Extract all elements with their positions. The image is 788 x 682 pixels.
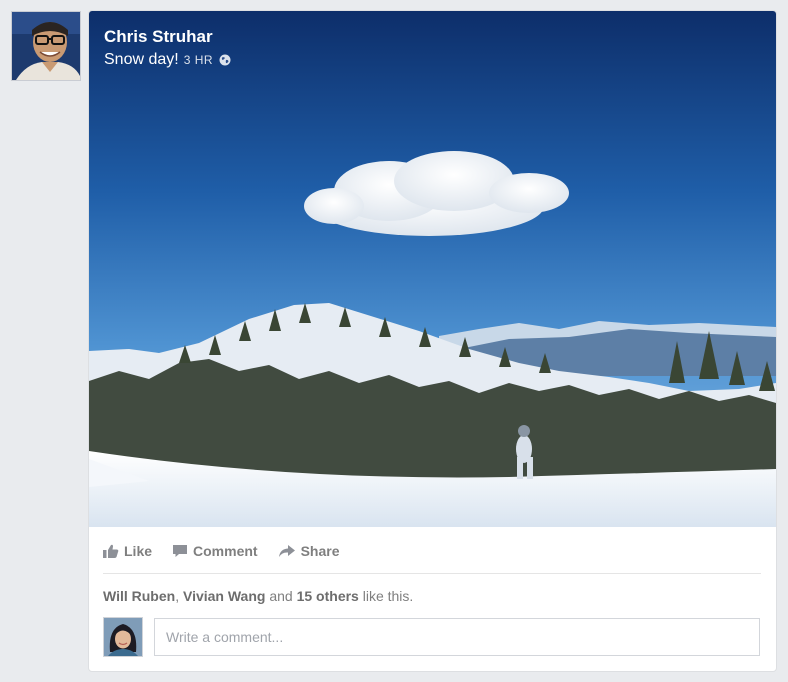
author-avatar[interactable] xyxy=(11,11,81,81)
comment-composer xyxy=(103,617,760,657)
likes-summary: Will Ruben, Vivian Wang and 15 others li… xyxy=(103,588,413,604)
likes-suffix: like this. xyxy=(358,588,414,604)
likes-separator: , xyxy=(175,588,183,604)
liker-name-2[interactable]: Vivian Wang xyxy=(183,588,265,604)
thumbs-up-icon xyxy=(103,544,119,558)
post-photo[interactable]: Chris Struhar Snow day! 3 HR xyxy=(89,11,776,527)
post-subline: Snow day! 3 HR xyxy=(104,50,231,70)
post-actions: Like Comment Share xyxy=(103,541,360,561)
share-label: Share xyxy=(300,543,340,559)
post-card: Chris Struhar Snow day! 3 HR Like Commen… xyxy=(88,10,777,672)
share-button[interactable]: Share xyxy=(278,543,340,559)
comment-input[interactable] xyxy=(154,618,760,656)
post-caption: Snow day! xyxy=(104,51,179,68)
liker-name-1[interactable]: Will Ruben xyxy=(103,588,175,604)
commenter-avatar[interactable] xyxy=(103,617,143,657)
feed-page: Chris Struhar Snow day! 3 HR Like Commen… xyxy=(0,0,788,682)
likes-others-link[interactable]: 15 others xyxy=(297,588,359,604)
like-label: Like xyxy=(124,543,153,559)
author-name[interactable]: Chris Struhar xyxy=(104,27,231,47)
share-arrow-icon xyxy=(278,545,295,557)
post-header-overlay: Chris Struhar Snow day! 3 HR xyxy=(104,27,231,70)
post-timestamp[interactable]: 3 HR xyxy=(184,53,213,67)
comment-label: Comment xyxy=(193,543,258,559)
comment-button[interactable]: Comment xyxy=(172,543,258,559)
globe-icon[interactable] xyxy=(219,54,231,66)
comment-icon xyxy=(173,545,188,557)
actions-divider xyxy=(103,573,761,574)
like-button[interactable]: Like xyxy=(103,543,152,559)
likes-and: and xyxy=(265,588,297,604)
